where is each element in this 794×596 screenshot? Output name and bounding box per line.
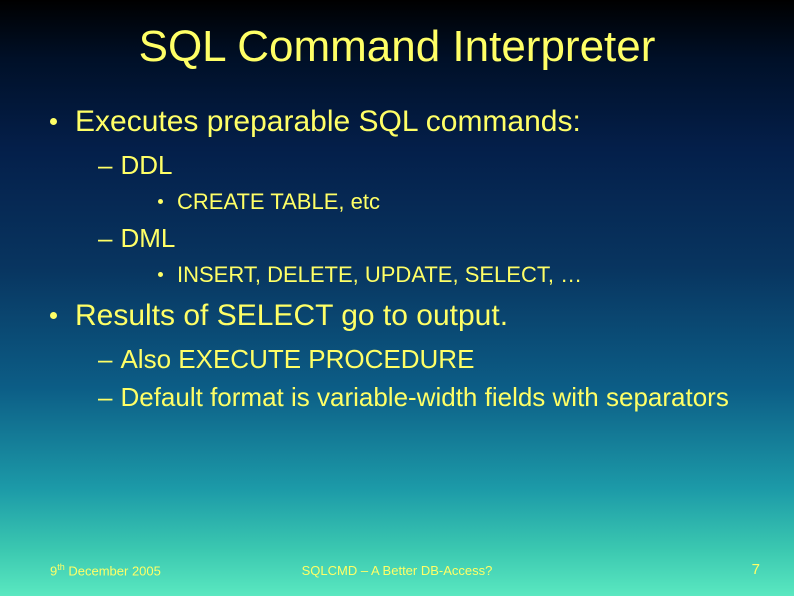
dash-icon: –: [98, 381, 112, 415]
bullet-level1: Results of SELECT go to output.: [50, 296, 764, 335]
bullet-text: Executes preparable SQL commands:: [75, 102, 581, 141]
bullet-dot-icon: [50, 312, 57, 319]
bullet-dot-icon: [50, 118, 57, 125]
bullet-level3: CREATE TABLE, etc: [158, 187, 764, 217]
footer-page-number: 7: [752, 561, 760, 578]
bullet-dot-icon: [158, 199, 163, 204]
bullet-level2: – DDL: [98, 149, 764, 183]
bullet-text: CREATE TABLE, etc: [177, 187, 380, 217]
bullet-text: Also EXECUTE PROCEDURE: [120, 343, 764, 377]
slide-content: Executes preparable SQL commands: – DDL …: [0, 102, 794, 415]
bullet-text: DML: [120, 222, 764, 256]
bullet-text: Results of SELECT go to output.: [75, 296, 508, 335]
dash-icon: –: [98, 343, 112, 377]
slide-title: SQL Command Interpreter: [0, 22, 794, 72]
bullet-text: INSERT, DELETE, UPDATE, SELECT, …: [177, 260, 582, 290]
slide-footer: 9th December 2005 SQLCMD – A Better DB-A…: [0, 561, 794, 578]
dash-icon: –: [98, 149, 112, 183]
slide: SQL Command Interpreter Executes prepara…: [0, 0, 794, 596]
bullet-level2: – Also EXECUTE PROCEDURE: [98, 343, 764, 377]
bullet-level2: – DML: [98, 222, 764, 256]
dash-icon: –: [98, 222, 112, 256]
bullet-level1: Executes preparable SQL commands:: [50, 102, 764, 141]
footer-title: SQLCMD – A Better DB-Access?: [302, 563, 493, 578]
bullet-level2: – Default format is variable-width field…: [98, 381, 764, 415]
footer-date-rest: December 2005: [65, 563, 161, 578]
bullet-text: Default format is variable-width fields …: [120, 381, 764, 415]
footer-date-ordinal: th: [57, 562, 65, 572]
bullet-text: DDL: [120, 149, 764, 183]
footer-date: 9th December 2005: [50, 562, 161, 578]
bullet-dot-icon: [158, 272, 163, 277]
bullet-level3: INSERT, DELETE, UPDATE, SELECT, …: [158, 260, 764, 290]
